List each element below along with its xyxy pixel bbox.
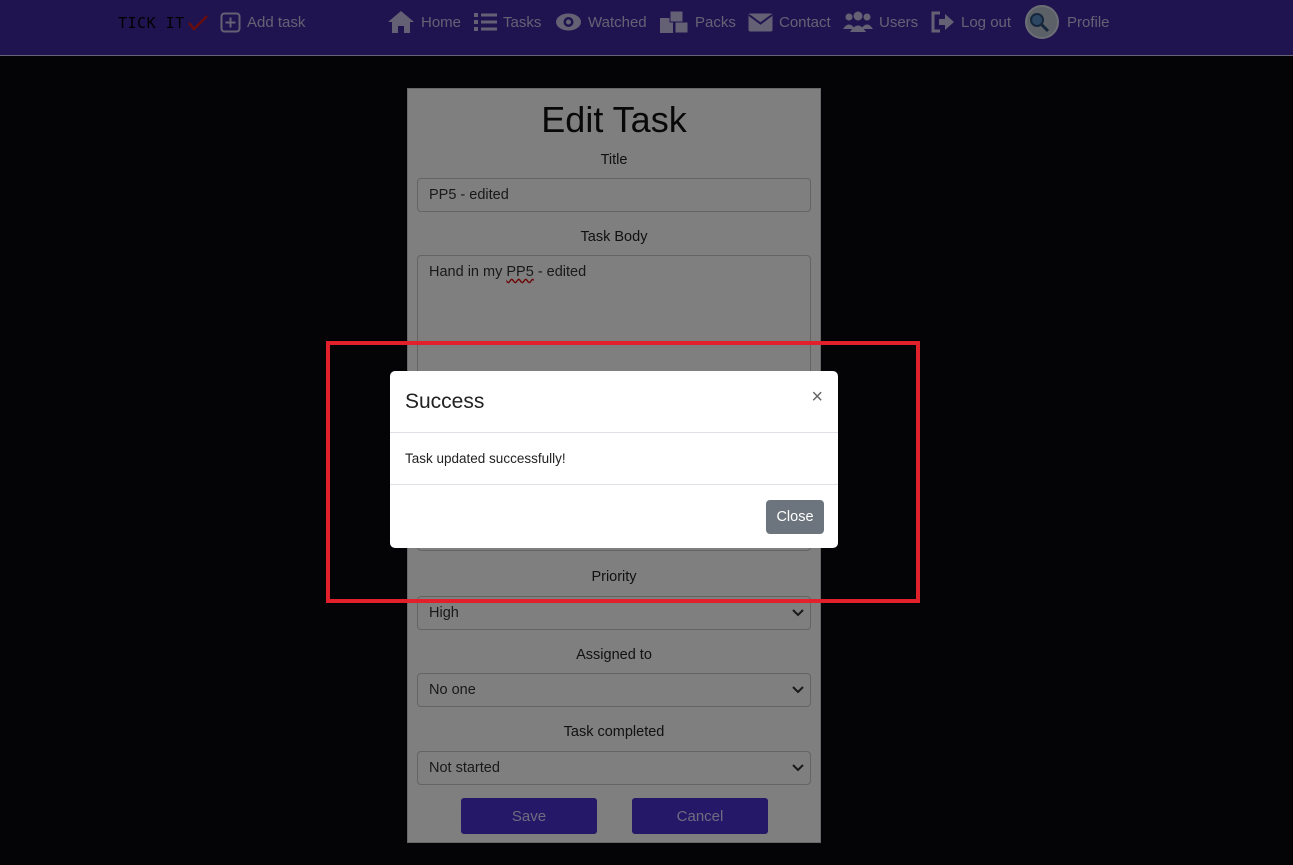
close-icon[interactable]: ×	[811, 387, 823, 407]
success-modal: Success × Task updated successfully! Clo…	[390, 371, 838, 548]
modal-close-button[interactable]: Close	[766, 500, 824, 534]
modal-header: Success ×	[390, 371, 838, 433]
modal-title: Success	[405, 390, 485, 413]
modal-message: Task updated successfully!	[405, 451, 566, 466]
modal-footer: Close	[390, 484, 838, 548]
